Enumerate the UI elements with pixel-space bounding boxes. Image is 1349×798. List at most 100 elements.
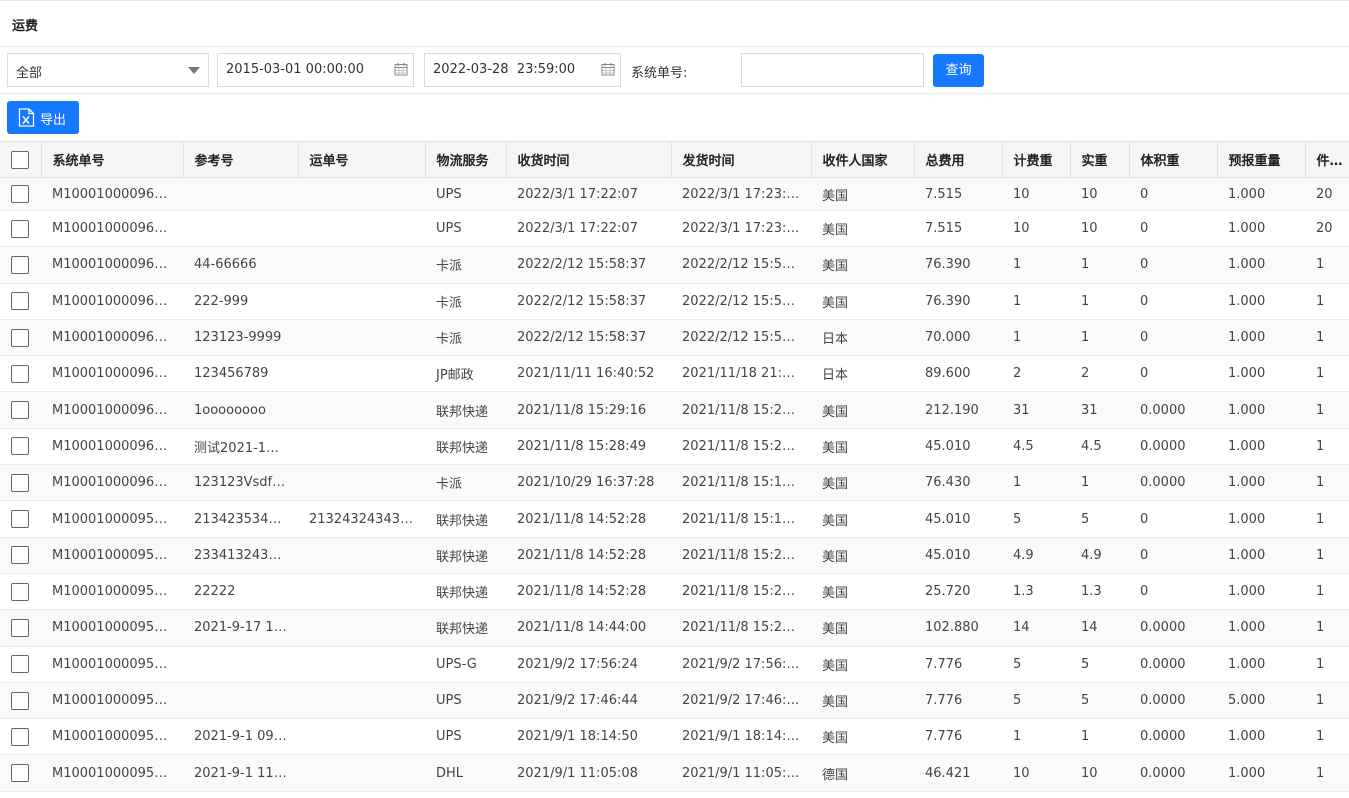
row-checkbox-cell[interactable]: [0, 355, 41, 393]
table-cell[interactable]: M1000100009601...: [41, 283, 183, 320]
table-cell: 2021/9/2 17:56:24: [671, 646, 811, 683]
query-button[interactable]: 查询: [933, 54, 984, 87]
row-checkbox-cell[interactable]: [0, 754, 41, 792]
row-checkbox-cell[interactable]: [0, 537, 41, 574]
export-button[interactable]: 导出: [7, 101, 79, 134]
column-header[interactable]: 体积重: [1129, 141, 1218, 178]
row-checkbox[interactable]: [11, 328, 29, 347]
table-row[interactable]: M1000100009600... 测试2021-10-... 联邦快递 2021/1…: [0, 428, 1349, 466]
table-cell[interactable]: M1000100009600...: [41, 355, 183, 393]
table-row[interactable]: M1000100009600... 123456789 JP邮政 2021/11/11…: [0, 355, 1349, 393]
table-row[interactable]: M1000100009599... 22222 联邦快递 2021/11/8 14:5…: [0, 573, 1349, 611]
table-row[interactable]: M1000100009599... 2134235345... 2132432434…: [0, 500, 1349, 538]
table-row[interactable]: M1000100009600... 123123-9999 卡派 2022/2/12 …: [0, 319, 1349, 357]
table-cell[interactable]: M1000100009600...: [41, 428, 183, 466]
row-checkbox-cell[interactable]: [0, 646, 41, 683]
row-checkbox[interactable]: [11, 582, 29, 601]
table-cell: 1: [1305, 646, 1349, 683]
row-checkbox[interactable]: [11, 401, 29, 420]
row-checkbox-cell[interactable]: [0, 500, 41, 538]
table-cell: 卡派: [425, 464, 506, 502]
table-row[interactable]: M1000100009599... 2021-9-17 16... 联邦快递 2021…: [0, 609, 1349, 647]
table-cell: 德国: [811, 754, 914, 792]
row-checkbox-cell[interactable]: [0, 177, 41, 211]
table-cell[interactable]: M1000100009598...: [41, 754, 183, 792]
status-select[interactable]: 全部: [7, 53, 209, 87]
row-checkbox-cell[interactable]: [0, 718, 41, 756]
row-checkbox-cell[interactable]: [0, 283, 41, 320]
table-cell[interactable]: M1000100009608...: [41, 210, 183, 248]
table-cell[interactable]: M1000100009599...: [41, 573, 183, 611]
table-row[interactable]: M1000100009601... 222-999 卡派 2022/2/12 15:5…: [0, 283, 1349, 320]
column-header[interactable]: 参考号: [183, 141, 299, 178]
row-checkbox[interactable]: [11, 764, 29, 783]
table-row[interactable]: M1000100009598... UPS-G 2021/9/2 17:56:24 2…: [0, 646, 1349, 683]
table-cell[interactable]: M1000100009599...: [41, 537, 183, 574]
table-row[interactable]: M1000100009598... UPS 2021/9/2 17:46:44 202…: [0, 682, 1349, 720]
column-header[interactable]: 物流服务: [425, 141, 507, 178]
calendar-icon[interactable]: [601, 62, 615, 76]
column-header[interactable]: 运单号: [298, 141, 426, 178]
row-checkbox[interactable]: [11, 510, 29, 529]
row-checkbox-cell[interactable]: [0, 391, 41, 429]
table-cell[interactable]: M1000100009600...: [41, 391, 183, 429]
table-row[interactable]: M1000100009608... UPS 2022/3/1 17:22:07 202…: [0, 177, 1349, 211]
row-checkbox[interactable]: [11, 655, 29, 674]
row-checkbox-cell[interactable]: [0, 609, 41, 647]
calendar-icon[interactable]: [394, 62, 408, 76]
table-cell[interactable]: M1000100009608...: [41, 177, 183, 211]
column-header[interactable]: 实重: [1070, 141, 1130, 178]
row-checkbox-cell[interactable]: [0, 682, 41, 720]
table-row[interactable]: M1000100009598... 2021-9-1 11:... DHL 2021/…: [0, 754, 1349, 792]
select-all-checkbox[interactable]: [11, 150, 29, 169]
column-header[interactable]: 计费重: [1002, 141, 1071, 178]
end-time-input[interactable]: 2022-03-28 23:59:00: [424, 53, 621, 87]
row-checkbox[interactable]: [11, 185, 29, 203]
table-row[interactable]: M1000100009608... UPS 2022/3/1 17:22:07 202…: [0, 210, 1349, 248]
table-cell: 0.0000: [1129, 609, 1217, 647]
row-checkbox[interactable]: [11, 292, 29, 311]
table-cell[interactable]: M1000100009599...: [41, 500, 183, 538]
table-row[interactable]: M1000100009601... 44-66666 卡派 2022/2/12 15:…: [0, 246, 1349, 284]
select-all-checkbox-cell[interactable]: [0, 141, 42, 178]
table-cell[interactable]: M1000100009600...: [41, 319, 183, 357]
row-checkbox-cell[interactable]: [0, 319, 41, 357]
table-cell: 联邦快递: [425, 573, 506, 611]
column-header[interactable]: 预报重量: [1217, 141, 1306, 178]
table-cell: 2021/11/8 14:52:28: [506, 500, 671, 538]
table-row[interactable]: M1000100009598... 2021-9-1 09:... UPS 2021/…: [0, 718, 1349, 756]
start-time-input[interactable]: 2015-03-01 00:00:00: [217, 53, 414, 87]
table-row[interactable]: M1000100009600... 123123Vsdfs... 卡派 2021/10…: [0, 464, 1349, 502]
column-header[interactable]: 收件人国家: [811, 141, 915, 178]
table-cell[interactable]: M1000100009598...: [41, 682, 183, 720]
table-row[interactable]: M1000100009600... 1oooooooo 联邦快递 2021/11/8 …: [0, 391, 1349, 429]
column-header[interactable]: 系统单号: [41, 141, 184, 178]
row-checkbox[interactable]: [11, 691, 29, 710]
table-cell[interactable]: M1000100009599...: [41, 609, 183, 647]
row-checkbox[interactable]: [11, 546, 29, 565]
table-cell: [298, 682, 425, 720]
column-header[interactable]: 发货时间: [671, 141, 812, 178]
row-checkbox[interactable]: [11, 727, 29, 746]
order-no-input[interactable]: [741, 53, 924, 87]
row-checkbox[interactable]: [11, 473, 29, 492]
table-cell: [298, 391, 425, 429]
row-checkbox-cell[interactable]: [0, 464, 41, 502]
table-cell[interactable]: M1000100009600...: [41, 464, 183, 502]
row-checkbox[interactable]: [11, 219, 29, 238]
row-checkbox[interactable]: [11, 618, 29, 637]
row-checkbox-cell[interactable]: [0, 428, 41, 466]
table-row[interactable]: M1000100009599... 2334132434... 联邦快递 2021/1…: [0, 537, 1349, 574]
table-cell[interactable]: M1000100009598...: [41, 718, 183, 756]
row-checkbox[interactable]: [11, 437, 29, 456]
column-header[interactable]: 件数: [1305, 141, 1349, 178]
table-cell[interactable]: M1000100009598...: [41, 646, 183, 683]
row-checkbox-cell[interactable]: [0, 573, 41, 611]
column-header[interactable]: 总费用: [914, 141, 1003, 178]
column-header[interactable]: 收货时间: [506, 141, 672, 178]
table-cell[interactable]: M1000100009601...: [41, 246, 183, 284]
row-checkbox[interactable]: [11, 255, 29, 274]
row-checkbox[interactable]: [11, 364, 29, 383]
row-checkbox-cell[interactable]: [0, 246, 41, 284]
row-checkbox-cell[interactable]: [0, 210, 41, 248]
